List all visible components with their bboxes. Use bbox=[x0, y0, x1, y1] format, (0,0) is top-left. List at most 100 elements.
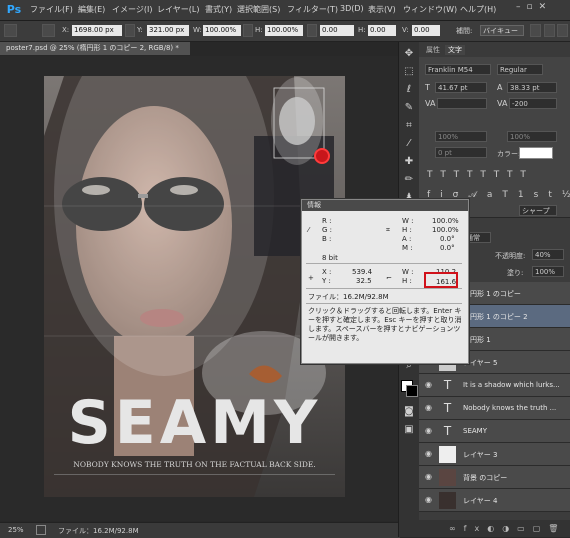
kerning-field[interactable] bbox=[437, 98, 487, 109]
vertical-scale-field[interactable]: 100% bbox=[435, 131, 487, 142]
menu-edit[interactable]: 編集(E) bbox=[78, 4, 105, 15]
visibility-eye-icon[interactable]: ◉ bbox=[425, 380, 435, 390]
visibility-eye-icon[interactable]: ◉ bbox=[425, 495, 435, 505]
x-field[interactable]: 1698.00 px bbox=[72, 25, 122, 36]
crosshair-icon: + bbox=[308, 274, 314, 282]
crop-tool-icon[interactable]: ⌗ bbox=[403, 120, 415, 132]
layer-row[interactable]: ◉ T Nobody knows the truth ... bbox=[419, 397, 570, 420]
h-label: H: bbox=[255, 26, 263, 34]
menu-window[interactable]: ウィンドウ(W) bbox=[403, 4, 457, 15]
menu-file[interactable]: ファイル(F) bbox=[30, 4, 73, 15]
cancel-transform-icon[interactable] bbox=[544, 24, 555, 37]
layer-row[interactable]: ◉ レイヤー 4 bbox=[419, 489, 570, 512]
text-color-swatch[interactable] bbox=[519, 147, 553, 159]
font-family-select[interactable]: Franklin M54 bbox=[425, 64, 491, 75]
hskew-label: H: bbox=[358, 26, 366, 34]
tracking-field[interactable]: -200 bbox=[509, 98, 557, 109]
layers-footer-buttons[interactable]: ∞fx◐◑▭▢🗑 bbox=[419, 520, 570, 537]
baseline-shift-field[interactable]: 0 pt bbox=[435, 147, 487, 158]
fill-label: 塗り: bbox=[507, 269, 524, 277]
menu-select[interactable]: 選択範囲(S) bbox=[237, 4, 280, 15]
opacity-field[interactable]: 40% bbox=[532, 249, 564, 260]
hskew-field[interactable]: 0.00 bbox=[368, 25, 396, 36]
menu-layer[interactable]: レイヤー(L) bbox=[157, 4, 199, 15]
rotate-icon bbox=[307, 24, 317, 37]
angle-field[interactable]: 0.00 bbox=[320, 25, 354, 36]
info-bit-depth: 8 bit bbox=[322, 254, 338, 262]
info-h2-label: H : bbox=[402, 277, 412, 285]
layer-thumbnail bbox=[439, 469, 456, 486]
menu-view[interactable]: 表示(V) bbox=[368, 4, 396, 15]
visibility-eye-icon[interactable]: ◉ bbox=[425, 449, 435, 459]
font-style-select[interactable]: Regular bbox=[497, 64, 543, 75]
file-size-info: ファイル：16.2M/92.8M bbox=[58, 527, 139, 535]
layer-row[interactable]: ◉ レイヤー 3 bbox=[419, 443, 570, 466]
layer-row[interactable]: ◉ T SEAMY bbox=[419, 420, 570, 443]
photoshop-logo-icon: Ps bbox=[6, 3, 22, 16]
anti-alias-select[interactable]: シャープ bbox=[519, 205, 557, 216]
text-style-buttons[interactable]: TTTTTTTT bbox=[427, 170, 567, 180]
info-h-value: 100.0% bbox=[432, 226, 459, 234]
layer-row[interactable]: ◉ T It is a shadow which lurks... bbox=[419, 374, 570, 397]
move-tool-preset-icon[interactable] bbox=[4, 24, 17, 37]
marquee-tool-icon[interactable]: ⬚ bbox=[403, 66, 415, 78]
info-panel-header[interactable]: 情報 bbox=[302, 200, 468, 211]
menu-filter[interactable]: フィルター(T) bbox=[287, 4, 338, 15]
visibility-eye-icon[interactable]: ◉ bbox=[425, 426, 435, 436]
opacity-label: 不透明度: bbox=[495, 252, 526, 260]
info-g-label: G : bbox=[322, 226, 333, 234]
quick-mask-icon[interactable]: ◙ bbox=[403, 406, 415, 418]
layer-name: It is a shadow which lurks... bbox=[463, 381, 560, 389]
status-menu-icon[interactable] bbox=[36, 525, 46, 535]
leading-field[interactable]: 38.33 pt bbox=[507, 82, 557, 93]
move-tool-icon[interactable]: ✥ bbox=[403, 48, 415, 60]
info-panel: 情報 R : G : B : ⁄ ⌗ W : 100.0% H : 100.0%… bbox=[301, 199, 469, 364]
reference-point-icon[interactable] bbox=[42, 24, 55, 37]
healing-brush-icon[interactable]: ✚ bbox=[403, 156, 415, 168]
background-color-swatch[interactable] bbox=[406, 385, 418, 397]
info-r-label: R : bbox=[322, 217, 332, 225]
brush-tool-icon[interactable]: ✏ bbox=[403, 174, 415, 186]
tab-character[interactable]: 文字 bbox=[445, 45, 465, 55]
lasso-tool-icon[interactable]: ℓ bbox=[403, 84, 415, 96]
window-controls[interactable]: –▫✕ bbox=[516, 2, 564, 16]
poster-canvas[interactable]: SEAMY NOBODY KNOWS THE TRUTH ON THE FACT… bbox=[44, 76, 345, 497]
text-layer-icon: T bbox=[443, 378, 452, 392]
document-tab[interactable]: poster7.psd @ 25% (楕円形 1 のコピー 2, RGB/8) … bbox=[0, 42, 190, 55]
visibility-eye-icon[interactable]: ◉ bbox=[425, 472, 435, 482]
interpolation-select[interactable]: バイキュー bbox=[480, 25, 524, 36]
layer-name: 楕円形 1 のコピー 2 bbox=[463, 313, 528, 321]
menu-help[interactable]: ヘルプ(H) bbox=[460, 4, 496, 15]
menu-3d[interactable]: 3D(D) bbox=[340, 4, 364, 13]
commit-transform-icon[interactable] bbox=[557, 24, 568, 37]
vskew-field[interactable]: 0.00 bbox=[412, 25, 440, 36]
eyedropper-tool-icon[interactable]: ⁄ bbox=[403, 138, 415, 150]
width-field[interactable]: 100.00% bbox=[203, 25, 241, 36]
fill-field[interactable]: 100% bbox=[532, 266, 564, 277]
text-layer-icon: T bbox=[443, 424, 452, 438]
info-a-label: A : bbox=[402, 235, 412, 243]
link-icon[interactable] bbox=[243, 24, 253, 37]
info-x-label: X : bbox=[322, 268, 332, 276]
layer-thumbnail bbox=[439, 446, 456, 463]
menu-type[interactable]: 書式(Y) bbox=[205, 4, 232, 15]
layer-row[interactable]: ◉ 背景 のコピー bbox=[419, 466, 570, 489]
y-field[interactable]: 321.00 px bbox=[147, 25, 189, 36]
layer-name: Nobody knows the truth ... bbox=[463, 404, 557, 412]
poster-tagline: NOBODY KNOWS THE TRUTH ON THE FACTUAL BA… bbox=[73, 460, 316, 469]
warp-icon[interactable] bbox=[530, 24, 541, 37]
quick-select-tool-icon[interactable]: ✎ bbox=[403, 102, 415, 114]
font-size-field[interactable]: 41.67 pt bbox=[435, 82, 487, 93]
info-divider bbox=[306, 288, 462, 289]
screen-mode-icon[interactable]: ▣ bbox=[403, 424, 415, 436]
info-divider bbox=[306, 263, 462, 264]
info-b-label: B : bbox=[322, 235, 332, 243]
menu-image[interactable]: イメージ(I) bbox=[112, 4, 152, 15]
height-field[interactable]: 100.00% bbox=[265, 25, 303, 36]
tab-properties[interactable]: 属性 bbox=[423, 45, 443, 55]
horizontal-scale-field[interactable]: 100% bbox=[507, 131, 557, 142]
visibility-eye-icon[interactable]: ◉ bbox=[425, 403, 435, 413]
zoom-level[interactable]: 25% bbox=[8, 526, 24, 534]
info-h-label: H : bbox=[402, 226, 412, 234]
relative-position-icon[interactable] bbox=[125, 24, 135, 37]
